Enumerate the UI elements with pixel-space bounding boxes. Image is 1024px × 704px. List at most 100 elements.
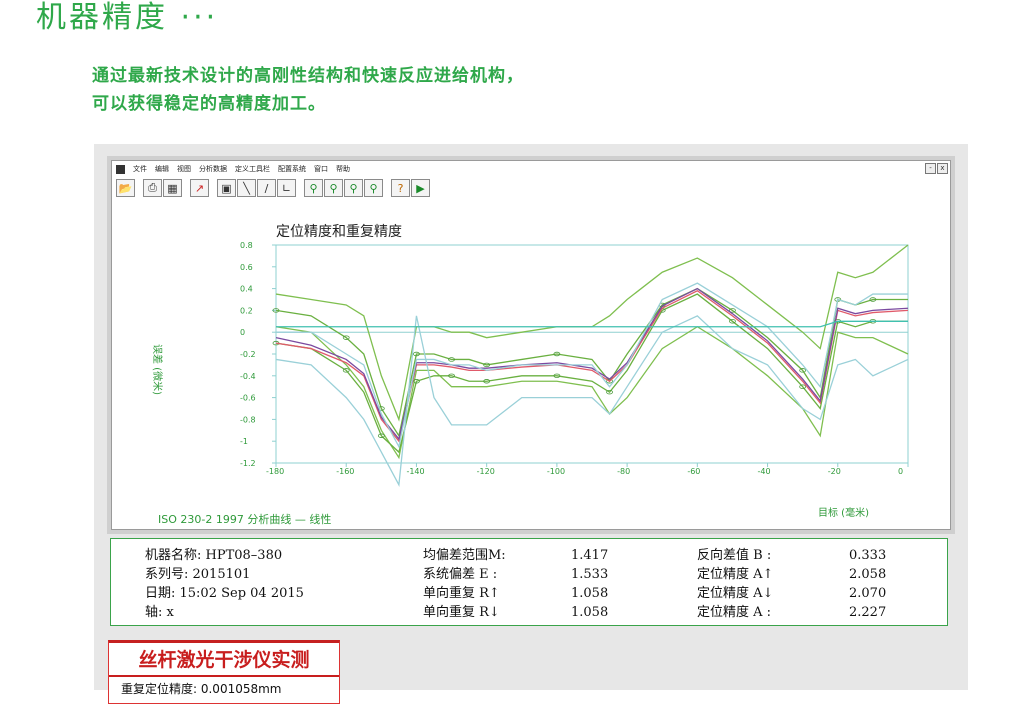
- intro-text: 通过最新技术设计的高刚性结构和快速反应进给机构， 可以获得稳定的高精度加工。: [92, 62, 524, 118]
- stat-label: 单向重复 R↑: [423, 586, 500, 601]
- x-tick-label: -120: [477, 467, 495, 476]
- y-tick-label: -0.4: [240, 372, 256, 381]
- chart-grid: [275, 244, 909, 464]
- pen-icon[interactable]: ╲: [237, 179, 256, 197]
- menu-edit[interactable]: 编辑: [155, 164, 169, 174]
- stat-value: 2.227: [849, 605, 887, 620]
- banner-subtitle: 重复定位精度: 0.001058mm: [121, 682, 282, 696]
- x-tick-label: -180: [266, 467, 284, 476]
- x-tick-label: -160: [336, 467, 354, 476]
- menu-analysis[interactable]: 分析数据: [199, 164, 227, 174]
- x-tick-label: -80: [617, 467, 630, 476]
- zoom-reset-icon[interactable]: ⚲: [364, 179, 383, 197]
- exit-icon[interactable]: ▶: [411, 179, 430, 197]
- stat-value: 2.070: [849, 586, 887, 601]
- banner-title: 丝杆激光干涉仪实测: [138, 649, 310, 671]
- series-line-4: [275, 290, 909, 443]
- stat-label: 反向差值 B :: [697, 548, 772, 563]
- chart-title: 定位精度和重复精度: [276, 223, 402, 240]
- help-icon[interactable]: ?: [391, 179, 410, 197]
- x-axis-ticks: -180 -160 -140 -120 -100 -80 -60 -40 -20 0: [266, 463, 909, 476]
- stat-labels-1: 均偏差范围M: 系统偏差 E : 单向重复 R↑ 单向重复 R↓: [423, 546, 506, 622]
- machine-info: 机器名称: HPT08–380 系列号: 2015101 日期: 15:02 S…: [145, 546, 304, 622]
- analysis-app-window: 文件 编辑 视图 分析数据 定义工具栏 配置系统 窗口 帮助 - x 📂 ⎙ ▦…: [111, 160, 951, 530]
- x-tick-label: -140: [406, 467, 424, 476]
- stat-value: 1.533: [571, 567, 609, 582]
- stat-value: 1.417: [571, 548, 609, 563]
- plot-frame: [275, 244, 909, 464]
- stat-values-2: 0.333 2.058 2.070 2.227: [849, 546, 886, 622]
- stat-values-1: 1.417 1.533 1.058 1.058: [571, 546, 608, 622]
- series-line-8: [276, 320, 908, 328]
- y-tick-label: -0.6: [240, 394, 256, 403]
- y-tick-label: 0.8: [240, 241, 253, 250]
- y-tick-label: -0.2: [240, 350, 256, 359]
- zoom-in-icon[interactable]: ⚲: [304, 179, 323, 197]
- date: 日期: 15:02 Sep 04 2015: [145, 586, 304, 601]
- menu-toolbar[interactable]: 定义工具栏: [235, 164, 270, 174]
- line-chart-icon[interactable]: ↗: [190, 179, 209, 197]
- series-line-2: [275, 287, 908, 438]
- serial-number: 系列号: 2015101: [145, 567, 251, 582]
- y-axis-ticks: 0.8 0.6 0.4 0.2 0 -0.2 -0.4 -0.6 -0.8 -1 -1.2: [240, 241, 276, 468]
- print-icon[interactable]: ⎙: [143, 179, 162, 197]
- accuracy-chart: 定位精度和重复精度 0.8 0.6 0.4 0.2 0 -0.2 -0.4 -0.6 -0.8 -…: [151, 223, 909, 526]
- chart-footer: ISO 230-2 1997 分析曲线 — 线性: [158, 512, 331, 526]
- stat-labels-2: 反向差值 B : 定位精度 A↑ 定位精度 A↓ 定位精度 A :: [697, 546, 773, 622]
- menu-view[interactable]: 视图: [177, 164, 191, 174]
- window-controls: - x: [925, 163, 948, 174]
- y-tick-label: -1.2: [240, 459, 256, 468]
- y-tick-label: 0.6: [240, 263, 253, 272]
- y-tick-label: -1: [240, 437, 248, 446]
- y-tick-label: 0.2: [240, 306, 253, 315]
- zoom-fit-icon[interactable]: ⚲: [344, 179, 363, 197]
- menu-window[interactable]: 窗口: [314, 164, 328, 174]
- laser-test-banner: 丝杆激光干涉仪实测 重复定位精度: 0.001058mm: [108, 640, 340, 704]
- machine-name: 机器名称: HPT08–380: [145, 548, 283, 563]
- stat-value: 0.333: [849, 548, 887, 563]
- x-tick-label: 0: [898, 467, 903, 476]
- stat-value: 1.058: [571, 586, 609, 601]
- minimize-button[interactable]: -: [925, 163, 936, 174]
- axis: 轴: x: [145, 605, 174, 620]
- chart-series: [272, 244, 909, 487]
- stat-label: 单向重复 R↓: [423, 605, 500, 620]
- banner-divider: [109, 675, 339, 677]
- window-icon[interactable]: ▣: [217, 179, 236, 197]
- zoom-out-icon[interactable]: ⚲: [324, 179, 343, 197]
- stat-label: 系统偏差 E :: [423, 567, 498, 582]
- x-tick-label: -100: [547, 467, 565, 476]
- axes-icon[interactable]: ∟: [277, 179, 296, 197]
- print-preview-icon[interactable]: ▦: [163, 179, 182, 197]
- page-title: 机器精度 ···: [36, 0, 219, 35]
- y-axis-label: 误差 (微米): [151, 344, 164, 395]
- stat-value: 2.058: [849, 567, 887, 582]
- stat-label: 定位精度 A↑: [697, 567, 774, 582]
- stat-label: 定位精度 A↓: [697, 586, 774, 601]
- x-tick-label: -20: [828, 467, 841, 476]
- scale-icon[interactable]: ∕: [257, 179, 276, 197]
- open-icon[interactable]: 📂: [116, 179, 135, 197]
- toolbar: 📂 ⎙ ▦ ↗ ▣ ╲ ∕ ∟ ⚲ ⚲ ⚲ ⚲ ? ▶: [116, 179, 436, 197]
- menu-bar: 文件 编辑 视图 分析数据 定义工具栏 配置系统 窗口 帮助: [112, 161, 950, 177]
- stat-value: 1.058: [571, 605, 609, 620]
- stat-label: 定位精度 A :: [697, 605, 772, 620]
- x-tick-label: -40: [758, 467, 771, 476]
- intro-line-1: 通过最新技术设计的高刚性结构和快速反应进给机构，: [92, 66, 524, 86]
- menu-config[interactable]: 配置系统: [278, 164, 306, 174]
- stats-panel: 机器名称: HPT08–380 系列号: 2015101 日期: 15:02 S…: [110, 538, 948, 626]
- series-line-3: [275, 293, 908, 454]
- y-tick-label: 0.4: [240, 285, 253, 294]
- close-button[interactable]: x: [937, 163, 948, 174]
- series-line-7: [276, 282, 908, 449]
- menu-help[interactable]: 帮助: [336, 164, 350, 174]
- stat-label: 均偏差范围M:: [423, 548, 506, 563]
- intro-line-2: 可以获得稳定的高精度加工。: [92, 94, 326, 114]
- app-icon: [116, 164, 125, 174]
- x-tick-label: -60: [687, 467, 700, 476]
- x-axis-label: 目标 (毫米): [818, 506, 869, 519]
- menu-file[interactable]: 文件: [133, 164, 147, 174]
- series-line-5: [275, 287, 909, 441]
- y-tick-label: 0: [240, 328, 245, 337]
- y-tick-label: -0.8: [240, 415, 256, 424]
